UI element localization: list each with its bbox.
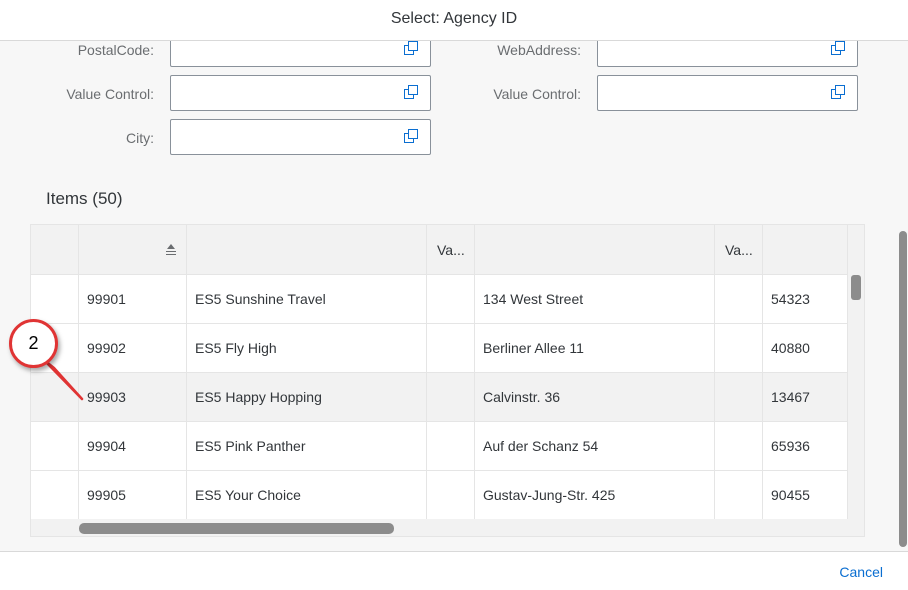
cell-street: Auf der Schanz 54 [475, 422, 715, 470]
cell-value-control-2 [715, 275, 763, 323]
cell-postal-code: 13467 [771, 389, 810, 405]
row-selector[interactable] [31, 422, 79, 470]
callout-marker: 2 [9, 319, 58, 368]
cell-postal-code: 90455 [771, 487, 810, 503]
cell-agency-id: 99904 [79, 422, 187, 470]
dialog-vertical-scrollbar[interactable] [897, 41, 908, 551]
cell-street: 134 West Street [475, 275, 715, 323]
dialog-footer: Cancel [0, 551, 908, 590]
cell-postal-code: 54323 [771, 291, 810, 307]
value-control-label-2: Value Control: [493, 86, 581, 102]
cell-street: Berliner Allee 11 [475, 324, 715, 372]
cell-agency-name: ES5 Sunshine Travel [187, 275, 427, 323]
postalcode-input[interactable] [170, 41, 431, 67]
cell-agency-id: 99902 [79, 324, 187, 372]
dialog-content: PostalCode: WebAddress: Value Control: V… [0, 41, 897, 551]
table-horizontal-scrollbar-thumb[interactable] [79, 523, 394, 534]
cell-value-control [427, 471, 475, 519]
items-title: Items (50) [46, 189, 123, 208]
cell-value-control [427, 324, 475, 372]
cell-value-control [427, 422, 475, 470]
cell-value-control-2 [715, 324, 763, 372]
table-header: Va... Va... [31, 225, 849, 275]
cell-value-control-2 [715, 373, 763, 421]
table-row[interactable]: 99905 ES5 Your Choice Gustav-Jung-Str. 4… [31, 471, 849, 520]
items-table: Va... Va... 99901 ES5 Sunshine Travel 13… [30, 224, 865, 537]
table-horizontal-scrollbar[interactable] [31, 519, 864, 536]
cell-postal-code: 40880 [771, 340, 810, 356]
dialog-vertical-scrollbar-thumb[interactable] [899, 231, 907, 547]
table-vertical-scrollbar-thumb[interactable] [851, 275, 861, 300]
column-header-id[interactable] [79, 225, 187, 275]
column-header-name[interactable] [187, 225, 427, 275]
sort-ascending-icon [166, 244, 176, 256]
dialog-header: Select: Agency ID [0, 0, 908, 41]
cell-value-control-2 [715, 471, 763, 519]
column-header-value-control[interactable]: Va... [427, 225, 475, 275]
dialog-title: Select: Agency ID [390, 10, 518, 27]
cell-postal-code: 65936 [771, 438, 810, 454]
cancel-button[interactable]: Cancel [839, 564, 883, 580]
cell-agency-id: 99903 [79, 373, 187, 421]
webaddress-input[interactable] [597, 41, 858, 67]
webaddress-label: WebAddress: [497, 42, 581, 58]
row-selector[interactable] [31, 471, 79, 519]
cell-agency-name: ES5 Your Choice [187, 471, 427, 519]
value-help-icon[interactable] [831, 85, 845, 99]
city-label: City: [126, 130, 154, 146]
select-column-header[interactable] [31, 225, 79, 275]
cell-street: Calvinstr. 36 [475, 373, 715, 421]
table-row[interactable]: 99901 ES5 Sunshine Travel 134 West Stree… [31, 275, 849, 324]
row-selector[interactable] [31, 275, 79, 323]
value-help-icon[interactable] [831, 41, 845, 55]
postalcode-label: PostalCode: [77, 42, 154, 58]
value-control-input-2[interactable] [597, 75, 858, 111]
value-control-label: Value Control: [66, 86, 154, 102]
table-vertical-scrollbar[interactable] [847, 225, 864, 521]
cell-agency-name: ES5 Happy Hopping [187, 373, 427, 421]
cell-agency-id: 99905 [79, 471, 187, 519]
cell-street: Gustav-Jung-Str. 425 [475, 471, 715, 519]
table-row[interactable]: 99902 ES5 Fly High Berliner Allee 11 408… [31, 324, 849, 373]
value-control-input[interactable] [170, 75, 431, 111]
cell-value-control [427, 275, 475, 323]
column-header-street[interactable] [475, 225, 715, 275]
value-help-icon[interactable] [404, 129, 418, 143]
cell-value-control-2 [715, 422, 763, 470]
column-header-postal[interactable] [763, 225, 849, 275]
value-help-icon[interactable] [404, 85, 418, 99]
cell-value-control [427, 373, 475, 421]
row-selector[interactable] [31, 373, 79, 421]
cell-agency-id: 99901 [79, 275, 187, 323]
city-input[interactable] [170, 119, 431, 155]
column-header-value-control-2[interactable]: Va... [715, 225, 763, 275]
cell-agency-name: ES5 Pink Panther [187, 422, 427, 470]
cell-agency-name: ES5 Fly High [187, 324, 427, 372]
table-row[interactable]: 99904 ES5 Pink Panther Auf der Schanz 54… [31, 422, 849, 471]
table-row[interactable]: 99903 ES5 Happy Hopping Calvinstr. 36 13… [31, 373, 849, 422]
value-help-icon[interactable] [404, 41, 418, 55]
